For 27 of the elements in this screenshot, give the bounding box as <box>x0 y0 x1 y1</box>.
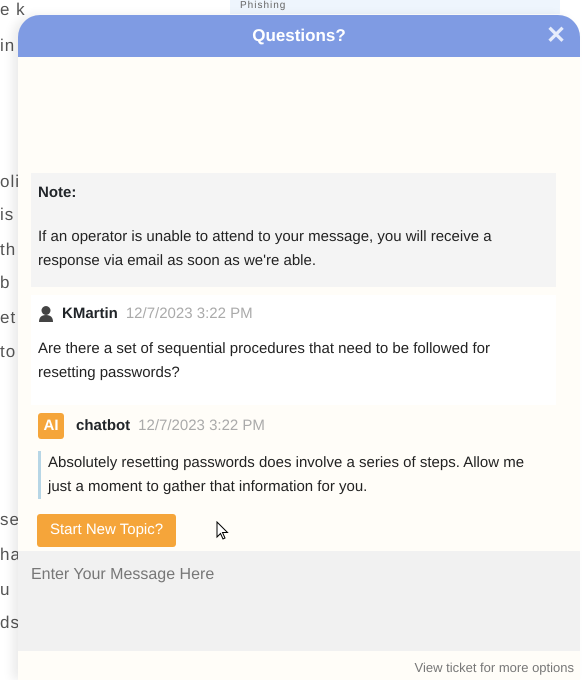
note-text: If an operator is unable to attend to your message, you will receive a response via email as soon as we're able. <box>38 226 493 270</box>
message-text: Absolutely resetting passwords does involve a series of steps. Allow me just a moment to gather that information for you. <box>38 451 549 499</box>
timestamp: 12/7/2023 3:22 PM <box>126 304 253 324</box>
cursor-icon <box>216 520 230 540</box>
message-text: Are there a set of sequential procedures that need to be followed for resetting passwords? <box>38 339 491 383</box>
page-text: is <box>0 205 14 225</box>
user-icon <box>38 305 54 322</box>
bot-badge: AI <box>38 413 64 439</box>
page-text: u <box>0 580 10 600</box>
page-text: in <box>0 36 16 56</box>
page-text: to <box>0 342 16 362</box>
page-text: b <box>0 273 10 293</box>
page-text: e k <box>0 0 26 20</box>
page-text: oli <box>0 172 20 192</box>
note-heading: Note: <box>38 183 78 203</box>
close-button[interactable]: ✕ <box>546 21 566 51</box>
ticket-link[interactable]: View ticket for more options <box>414 660 574 675</box>
author-name: chatbot <box>76 416 130 436</box>
author-name: KMartin <box>62 304 118 324</box>
page-text: se <box>0 510 20 530</box>
page-text: th <box>0 240 16 260</box>
page-text: et <box>0 308 16 328</box>
message-field[interactable]: Enter Your Message Here <box>18 551 580 651</box>
window-title: Questions? <box>252 25 346 48</box>
timestamp: 12/7/2023 3:22 PM <box>138 416 265 436</box>
tab-label[interactable]: Phishing <box>240 0 286 11</box>
page-text: ds <box>0 613 20 633</box>
